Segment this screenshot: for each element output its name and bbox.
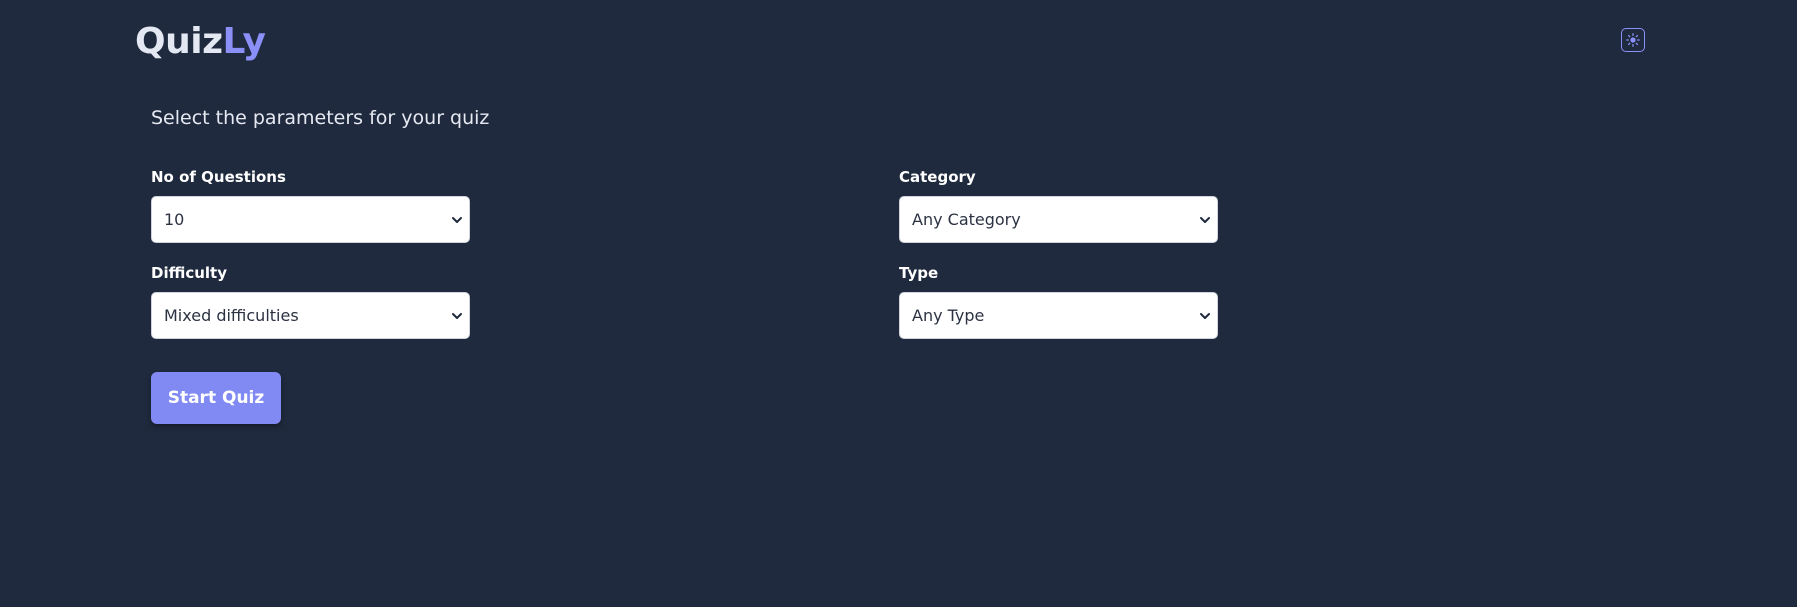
questions-select-value: 10 [164, 210, 185, 229]
questions-select[interactable]: 10 [151, 196, 470, 243]
logo[interactable]: QuizLy [135, 18, 266, 66]
sun-icon [1626, 33, 1640, 47]
questions-label: No of Questions [151, 168, 286, 186]
type-select-value: Any Type [912, 306, 985, 325]
category-select[interactable]: Any Category [899, 196, 1218, 243]
difficulty-select[interactable]: Mixed difficulties [151, 292, 470, 339]
difficulty-label: Difficulty [151, 264, 227, 282]
header: QuizLy [135, 18, 1797, 66]
category-select-value: Any Category [912, 210, 1021, 229]
theme-toggle-button[interactable] [1621, 28, 1645, 52]
chevron-down-icon [452, 217, 462, 223]
start-quiz-button[interactable]: Start Quiz [151, 372, 281, 424]
category-label: Category [899, 168, 976, 186]
chevron-down-icon [452, 313, 462, 319]
logo-text-ly: Ly [222, 21, 266, 62]
logo-text-quiz: Quiz [135, 21, 223, 62]
chevron-down-icon [1200, 217, 1210, 223]
form-subtitle: Select the parameters for your quiz [151, 107, 490, 129]
difficulty-select-value: Mixed difficulties [164, 306, 299, 325]
type-label: Type [899, 264, 939, 282]
chevron-down-icon [1200, 313, 1210, 319]
type-select[interactable]: Any Type [899, 292, 1218, 339]
app-root: QuizLy Select the parameters for your qu… [0, 0, 1797, 607]
